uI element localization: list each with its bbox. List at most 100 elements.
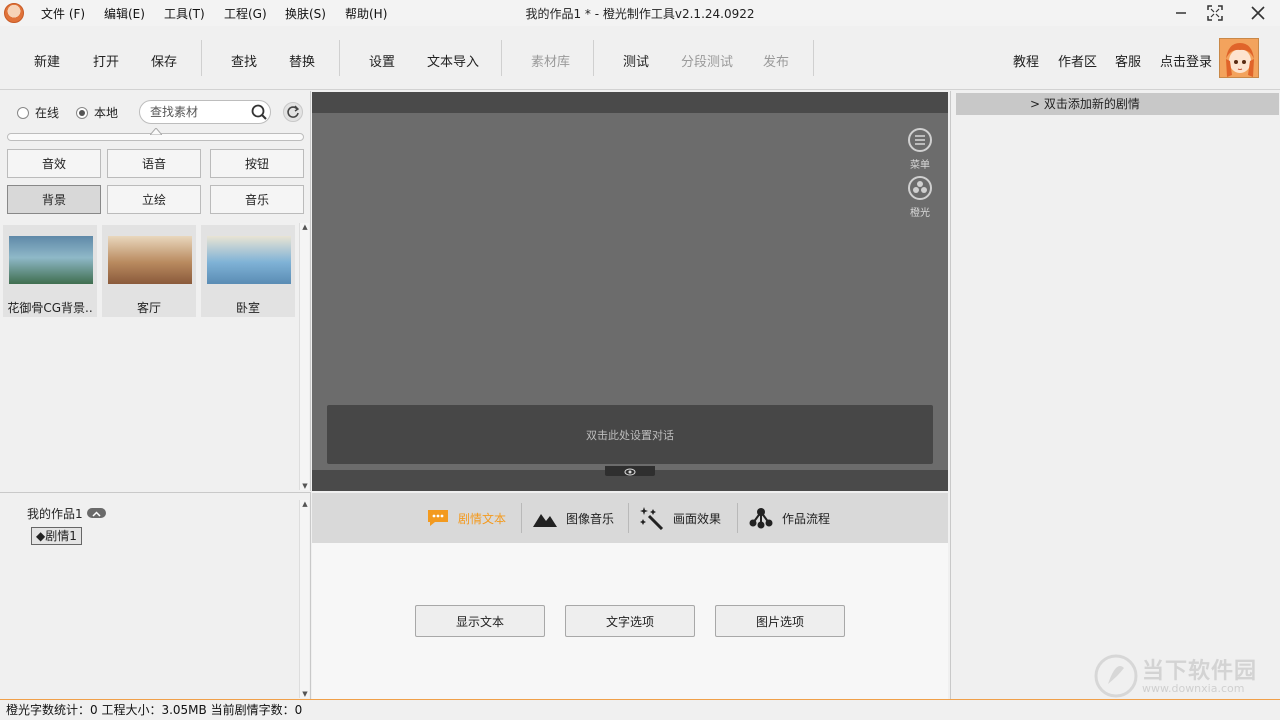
menu-shortcut-label: 菜单 [910, 160, 930, 171]
tab-divider [521, 503, 522, 533]
tree-scrollbar[interactable]: ▲ ▼ [299, 500, 309, 698]
toolbar-divider [339, 40, 340, 76]
add-storyline-bar[interactable]: > 双击添加新的剧情 [956, 93, 1279, 115]
collapse-toggle[interactable] [87, 508, 106, 518]
tab-divider [628, 503, 629, 533]
orange-light-logo-icon [908, 176, 932, 200]
category-portraits[interactable]: 立绘 [107, 185, 201, 214]
source-online-label: 在线 [35, 106, 60, 120]
tab-image-music[interactable]: 图像音乐 [532, 493, 614, 543]
publish-button[interactable]: 发布 [763, 51, 789, 70]
asset-caption: 花御骨CG背景.. [7, 301, 93, 315]
refresh-button[interactable] [283, 102, 303, 122]
menu-icon [908, 128, 932, 152]
menu-shortcut[interactable]: 菜单 [906, 127, 934, 171]
category-sound-effects[interactable]: 音效 [7, 149, 101, 178]
mountain-image-icon [533, 514, 557, 527]
radio-local-dot [76, 106, 88, 119]
tab-work-flow[interactable]: 作品流程 [748, 493, 830, 543]
menu-skin[interactable]: 换肤(S) [285, 5, 326, 22]
search-icon[interactable] [249, 102, 269, 122]
test-button[interactable]: 测试 [623, 51, 649, 70]
source-local-label: 本地 [94, 106, 119, 120]
source-online-radio[interactable]: 在线 [17, 104, 59, 121]
text-import-button[interactable]: 文本导入 [427, 51, 479, 70]
asset-thumbnail[interactable]: 客厅 [102, 225, 196, 317]
editor-tab-bar: 剧情文本 图像音乐 画面效果 作品流程 [312, 493, 948, 543]
category-music[interactable]: 音乐 [210, 185, 304, 214]
menu-file[interactable]: 文件 (F) [41, 5, 85, 22]
show-text-button[interactable]: 显示文本 [415, 605, 545, 637]
watermark: 当下软件园 www.downxia.com [1094, 652, 1264, 700]
tutorial-button[interactable]: 教程 [1013, 51, 1039, 70]
scroll-up-icon[interactable]: ▲ [301, 500, 309, 508]
tab-screen-effects[interactable]: 画面效果 [639, 493, 721, 543]
asset-panel: 在线 本地 音效 语音 按钮 背景 立绘 音乐 花御骨CG背景.. 客厅 卧 [0, 91, 311, 491]
category-voice[interactable]: 语音 [107, 149, 201, 178]
close-button[interactable] [1237, 0, 1279, 26]
new-button[interactable]: 新建 [34, 51, 60, 70]
menu-edit[interactable]: 编辑(E) [104, 5, 145, 22]
speech-bubble-icon [428, 510, 448, 526]
brand-shortcut[interactable]: 橙光 [906, 175, 934, 219]
slider-handle-icon[interactable] [150, 128, 162, 135]
tab-story-text-label: 剧情文本 [458, 511, 507, 526]
menu-tools[interactable]: 工具(T) [164, 5, 205, 22]
title-bar: 文件 (F) 编辑(E) 工具(T) 工程(G) 换肤(S) 帮助(H) 我的作… [0, 0, 1280, 26]
category-buttons[interactable]: 按钮 [210, 149, 304, 178]
toolbar-divider [201, 40, 202, 76]
category-backgrounds[interactable]: 背景 [7, 185, 101, 214]
tree-root-project[interactable]: 我的作品1 [27, 505, 83, 522]
asset-search-input[interactable] [150, 104, 246, 120]
asset-thumbnail[interactable]: 卧室 [201, 225, 295, 317]
save-button[interactable]: 保存 [151, 51, 177, 70]
tab-story-text[interactable]: 剧情文本 [426, 493, 506, 543]
scroll-up-icon[interactable]: ▲ [301, 223, 309, 231]
settings-button[interactable]: 设置 [369, 51, 395, 70]
tab-divider [737, 503, 738, 533]
asset-preview-image [207, 236, 291, 284]
editor-body: 显示文本 文字选项 图片选项 [312, 543, 948, 699]
asset-caption: 卧室 [235, 301, 260, 315]
asset-thumbnail[interactable]: 花御骨CG背景.. [3, 225, 97, 317]
dialog-box[interactable]: 双击此处设置对话 [327, 405, 933, 464]
menu-project[interactable]: 工程(G) [224, 5, 267, 22]
flow-chart-icon [749, 508, 773, 529]
chevron-up-icon [92, 511, 101, 517]
find-button[interactable]: 查找 [231, 51, 257, 70]
menu-help[interactable]: 帮助(H) [345, 5, 387, 22]
author-area-button[interactable]: 作者区 [1058, 51, 1097, 70]
asset-scrollbar[interactable]: ▲ ▼ [299, 223, 309, 490]
asset-caption: 客厅 [136, 301, 161, 315]
asset-library-button[interactable]: 素材库 [531, 51, 570, 70]
toolbar-divider [501, 40, 502, 76]
tab-image-music-label: 图像音乐 [566, 511, 615, 526]
minimize-icon [1176, 12, 1186, 14]
tab-screen-effects-label: 画面效果 [673, 511, 722, 526]
source-local-radio[interactable]: 本地 [76, 104, 118, 121]
image-options-button[interactable]: 图片选项 [715, 605, 845, 637]
support-button[interactable]: 客服 [1115, 51, 1141, 70]
preview-stage[interactable]: 菜单 橙光 双击此处设置对话 [312, 113, 948, 476]
segment-test-button[interactable]: 分段测试 [681, 51, 733, 70]
avatar[interactable] [1219, 38, 1259, 78]
status-bar: 橙光字数统计：0 工程大小：3.05MB 当前剧情字数：0 [0, 699, 1280, 720]
maximize-icon [1207, 5, 1223, 21]
text-options-button[interactable]: 文字选项 [565, 605, 695, 637]
toolbar-divider [593, 40, 594, 76]
replace-button[interactable]: 替换 [289, 51, 315, 70]
tab-work-flow-label: 作品流程 [782, 511, 831, 526]
thumbnail-size-slider[interactable] [7, 128, 304, 141]
scroll-down-icon[interactable]: ▼ [301, 690, 309, 698]
toggle-dialog-visibility[interactable] [605, 466, 655, 476]
tree-node-storyline[interactable]: ◆剧情1 [31, 527, 82, 545]
main-toolbar: 新建 打开 保存 查找 替换 设置 文本导入 素材库 测试 分段测试 发布 教程… [0, 26, 1280, 90]
watermark-logo-icon [1094, 654, 1138, 698]
storyline-panel: > 双击添加新的剧情 [950, 91, 1280, 699]
maximize-button[interactable] [1194, 0, 1236, 26]
open-button[interactable]: 打开 [93, 51, 119, 70]
scroll-down-icon[interactable]: ▼ [301, 482, 309, 490]
login-button[interactable]: 点击登录 [1160, 51, 1212, 70]
asset-preview-image [9, 236, 93, 284]
watermark-title: 当下软件园 [1142, 659, 1258, 684]
